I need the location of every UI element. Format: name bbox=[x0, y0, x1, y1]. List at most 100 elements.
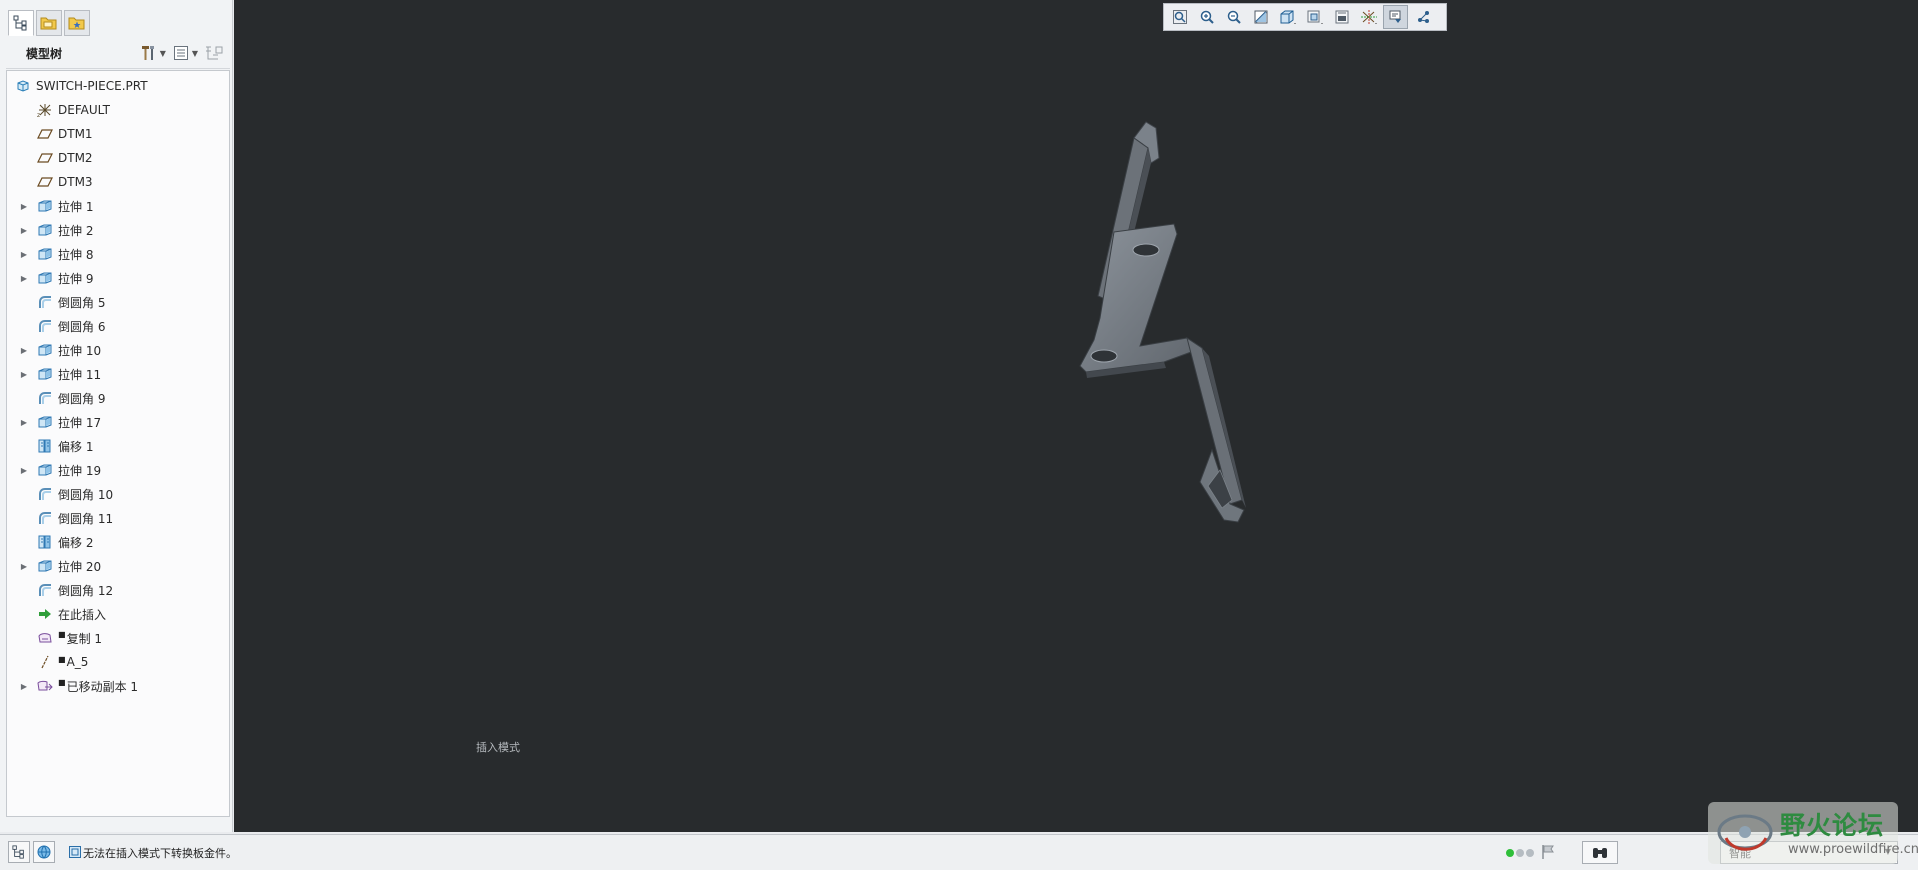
tree-settings-button[interactable]: ▼ bbox=[140, 44, 166, 62]
moved-copy-icon bbox=[37, 678, 53, 694]
binoculars-icon bbox=[1593, 847, 1607, 858]
annotation-display-icon bbox=[1388, 9, 1404, 25]
tree-item-label: 倒圆角 12 bbox=[58, 582, 113, 599]
tree-item[interactable]: ▶ 拉伸 19 bbox=[19, 458, 101, 482]
display-style-button[interactable] bbox=[1275, 5, 1300, 29]
tree-item[interactable]: ▶ 拉伸 1 bbox=[19, 194, 94, 218]
tree-item[interactable]: ■A_5 bbox=[19, 650, 88, 674]
toggle-navigator-button[interactable] bbox=[8, 841, 30, 863]
extrude-icon bbox=[37, 198, 53, 214]
tree-show-button[interactable]: ▼ bbox=[172, 44, 198, 62]
tree-item-label: 拉伸 11 bbox=[58, 366, 101, 383]
tree-item[interactable]: ▶ 拉伸 11 bbox=[19, 362, 101, 386]
expand-arrow-icon[interactable]: ▶ bbox=[19, 250, 29, 259]
tree-item[interactable]: 倒圆角 11 bbox=[19, 506, 113, 530]
extrude-icon bbox=[37, 462, 53, 478]
tree-columns-button[interactable] bbox=[204, 44, 224, 62]
datum-plane-icon bbox=[37, 150, 53, 166]
tree-item[interactable]: ▶ ■已移动副本 1 bbox=[19, 674, 138, 698]
folder-browser-icon bbox=[40, 17, 57, 30]
tree-item-label: 倒圆角 11 bbox=[58, 510, 113, 527]
tree-root-item[interactable]: SWITCH-PIECE.PRT bbox=[15, 74, 148, 98]
spin-center-button[interactable] bbox=[1410, 5, 1435, 29]
tree-item[interactable]: ▶ 拉伸 8 bbox=[19, 242, 94, 266]
flag-icon[interactable] bbox=[1541, 844, 1555, 860]
round-icon bbox=[37, 318, 53, 334]
tree-item[interactable]: ▶ 拉伸 20 bbox=[19, 554, 101, 578]
tree-item-text: 复制 1 bbox=[66, 631, 103, 646]
expand-arrow-icon[interactable]: ▶ bbox=[19, 202, 29, 211]
tree-item[interactable]: 倒圆角 5 bbox=[19, 290, 105, 314]
tree-item-label: 在此插入 bbox=[58, 606, 106, 623]
zoom-out-button[interactable] bbox=[1221, 5, 1246, 29]
extrude-icon bbox=[37, 366, 53, 382]
watermark-title: 野火论坛 bbox=[1780, 811, 1885, 840]
graphics-window[interactable]: 插入模式 bbox=[234, 0, 1918, 832]
tree-item[interactable]: ■复制 1 bbox=[19, 626, 102, 650]
tree-item[interactable]: DTM3 bbox=[19, 170, 93, 194]
tree-item[interactable]: 倒圆角 9 bbox=[19, 386, 105, 410]
tree-item-text: 拉伸 9 bbox=[58, 271, 94, 286]
tree-item-label: 偏移 1 bbox=[58, 438, 93, 455]
tree-item[interactable]: z DEFAULT bbox=[19, 98, 110, 122]
expand-arrow-icon[interactable]: ▶ bbox=[19, 682, 29, 691]
tab-model-tree[interactable] bbox=[8, 10, 34, 36]
expand-arrow-icon[interactable]: ▶ bbox=[19, 226, 29, 235]
tab-favorites[interactable] bbox=[64, 10, 90, 36]
tree-item-text: 偏移 1 bbox=[58, 439, 94, 454]
tree-item[interactable]: 倒圆角 10 bbox=[19, 482, 113, 506]
tree-item[interactable]: ▶ 拉伸 10 bbox=[19, 338, 101, 362]
expand-arrow-icon[interactable]: ▶ bbox=[19, 346, 29, 355]
tree-item[interactable]: 偏移 2 bbox=[19, 530, 93, 554]
tree-item-text: A_5 bbox=[66, 655, 89, 669]
tree-header: 模型树 ▼ ▼ bbox=[6, 38, 230, 69]
status-bar: 无法在插入模式下转换板金件。 智能 ▼ bbox=[0, 834, 1918, 870]
extrude-icon bbox=[37, 342, 53, 358]
tree-item-text: 倒圆角 6 bbox=[58, 319, 106, 334]
tree-item[interactable]: 偏移 1 bbox=[19, 434, 93, 458]
tree-item-text: 已移动副本 1 bbox=[66, 679, 139, 694]
3d-model-view[interactable] bbox=[1074, 118, 1254, 538]
tree-item-text: 拉伸 2 bbox=[58, 223, 94, 238]
status-message: 无法在插入模式下转换板金件。 bbox=[83, 847, 237, 860]
tree-item[interactable]: DTM2 bbox=[19, 146, 93, 170]
tree-item[interactable]: DTM1 bbox=[19, 122, 93, 146]
extrude-icon bbox=[37, 246, 53, 262]
tree-item-text: 倒圆角 11 bbox=[58, 511, 114, 526]
round-icon bbox=[37, 294, 53, 310]
expand-arrow-icon[interactable]: ▶ bbox=[19, 418, 29, 427]
offset-icon bbox=[37, 534, 53, 550]
find-button[interactable] bbox=[1582, 841, 1618, 864]
expand-arrow-icon[interactable]: ▶ bbox=[19, 274, 29, 283]
tree-item[interactable]: ▶ 拉伸 17 bbox=[19, 410, 101, 434]
tab-folder-browser[interactable] bbox=[36, 10, 62, 36]
toggle-browser-button[interactable] bbox=[33, 841, 55, 863]
extrude-icon bbox=[37, 222, 53, 238]
expand-arrow-icon[interactable]: ▶ bbox=[19, 466, 29, 475]
model-tree-icon bbox=[13, 15, 27, 31]
tree-root-label: SWITCH-PIECE.PRT bbox=[36, 79, 148, 93]
tree-item[interactable]: 在此插入 bbox=[19, 602, 106, 626]
reference-marker-icon: ■ bbox=[58, 655, 66, 664]
saved-orientations-button[interactable] bbox=[1302, 5, 1327, 29]
expand-arrow-icon[interactable]: ▶ bbox=[19, 370, 29, 379]
annotation-display-button[interactable] bbox=[1383, 5, 1408, 29]
spin-center-icon bbox=[1415, 9, 1431, 25]
tree-item[interactable]: 倒圆角 12 bbox=[19, 578, 113, 602]
browser-globe-icon bbox=[37, 845, 51, 859]
tree-item[interactable]: ▶ 拉伸 9 bbox=[19, 266, 94, 290]
repaint-icon bbox=[1253, 9, 1269, 25]
view-manager-button[interactable] bbox=[1329, 5, 1354, 29]
extrude-icon bbox=[37, 414, 53, 430]
tree-item[interactable]: ▶ 拉伸 2 bbox=[19, 218, 94, 242]
zoom-in-button[interactable] bbox=[1194, 5, 1219, 29]
refit-button[interactable] bbox=[1167, 5, 1192, 29]
tree-item-label: ■A_5 bbox=[58, 655, 88, 669]
datum-display-button[interactable] bbox=[1356, 5, 1381, 29]
tree-item[interactable]: 倒圆角 6 bbox=[19, 314, 105, 338]
round-icon bbox=[37, 486, 53, 502]
expand-arrow-icon[interactable]: ▶ bbox=[19, 562, 29, 571]
model-tree[interactable]: SWITCH-PIECE.PRT z DEFAULT DTM1 DTM2 DTM3 ▶ 拉伸… bbox=[6, 70, 230, 817]
repaint-button[interactable] bbox=[1248, 5, 1273, 29]
tree-item-text: 在此插入 bbox=[58, 607, 107, 622]
